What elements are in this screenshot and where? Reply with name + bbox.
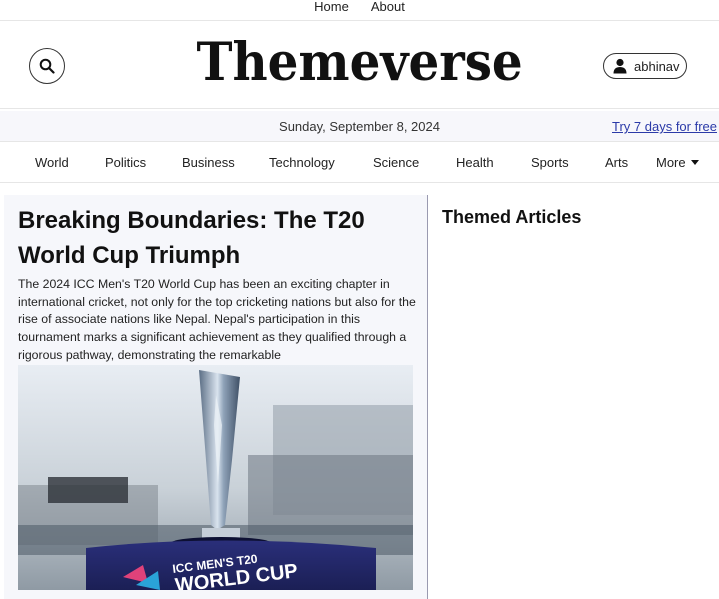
category-sports[interactable]: Sports <box>531 155 569 170</box>
category-health[interactable]: Health <box>456 155 494 170</box>
category-politics[interactable]: Politics <box>105 155 146 170</box>
site-logo[interactable]: Themeverse <box>197 33 523 93</box>
category-technology[interactable]: Technology <box>269 155 335 170</box>
category-science[interactable]: Science <box>373 155 419 170</box>
category-more-dropdown[interactable]: More <box>656 155 700 170</box>
themed-articles-heading: Themed Articles <box>442 207 582 227</box>
free-trial-link[interactable]: Try 7 days for free <box>612 119 717 134</box>
nav-about-link[interactable]: About <box>371 0 405 13</box>
article-hero-image[interactable]: ICC MEN'S T20 WORLD CUP <box>18 365 413 590</box>
article-headline[interactable]: Breaking Boundaries: The T20 World Cup T… <box>18 203 418 273</box>
site-header: Themeverse abhinav <box>0 21 719 109</box>
category-business[interactable]: Business <box>182 155 235 170</box>
caret-down-icon <box>691 160 700 165</box>
search-button[interactable] <box>29 48 65 84</box>
category-arts[interactable]: Arts <box>605 155 628 170</box>
featured-article: Breaking Boundaries: The T20 World Cup T… <box>4 195 428 599</box>
category-more-label: More <box>656 155 686 170</box>
search-icon <box>39 58 55 74</box>
article-excerpt: The 2024 ICC Men's T20 World Cup has bee… <box>18 277 416 362</box>
top-nav: Home About <box>0 0 719 21</box>
category-nav: World Politics Business Technology Scien… <box>0 143 719 183</box>
user-name: abhinav <box>634 58 680 74</box>
user-account-button[interactable]: abhinav <box>603 53 687 79</box>
date-bar: Sunday, September 8, 2024 Try 7 days for… <box>0 111 719 142</box>
category-world[interactable]: World <box>35 155 69 170</box>
nav-home-link[interactable]: Home <box>314 0 349 13</box>
user-icon <box>613 58 627 74</box>
